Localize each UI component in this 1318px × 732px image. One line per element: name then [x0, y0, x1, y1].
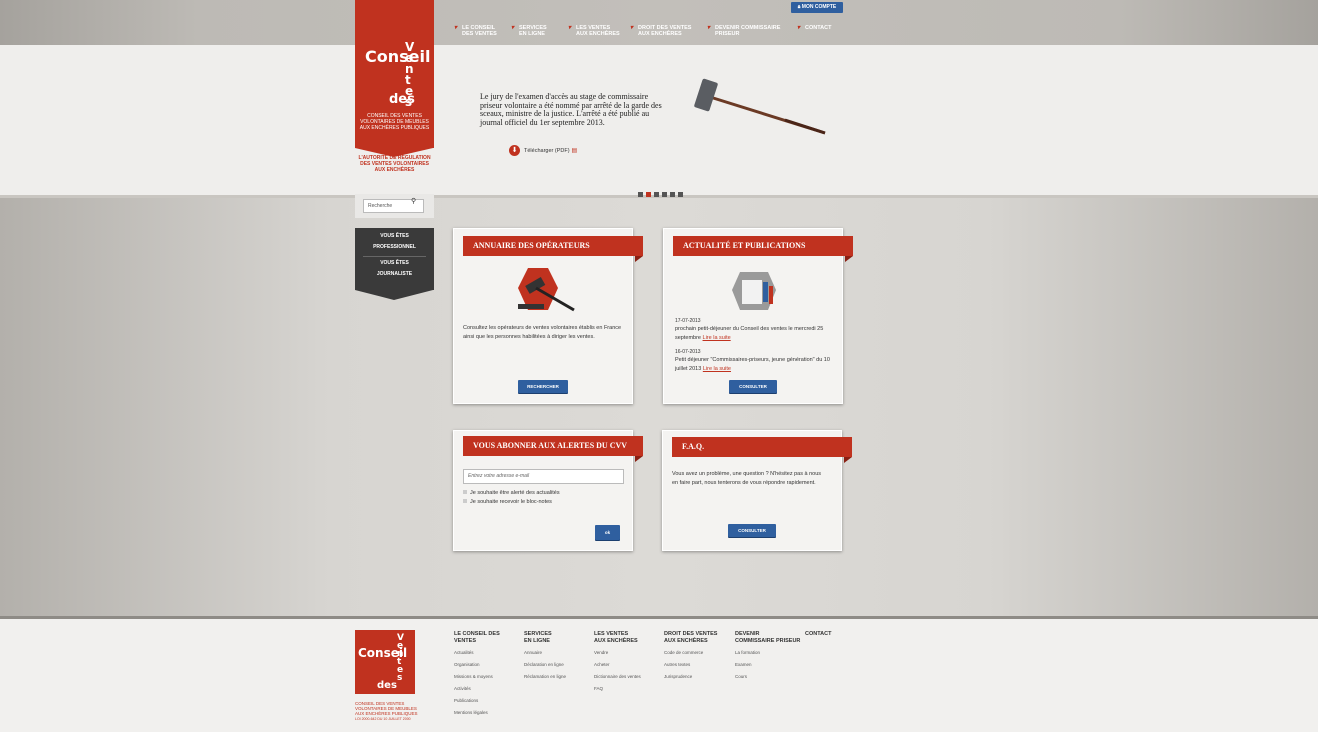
card-annuaire-title: ANNUAIRE DES OPÉRATEURS — [463, 236, 643, 262]
chevron-down-icon: ▾ — [511, 25, 515, 31]
footer-col-contact[interactable]: CONTACT — [805, 631, 831, 641]
slide-dot[interactable] — [670, 192, 675, 197]
email-field[interactable]: Entrez votre adresse e-mail — [463, 469, 624, 484]
read-more-link[interactable]: Lire la suite — [703, 366, 731, 372]
footer-heading: DROIT DES VENTES AUX ENCHÈRES — [664, 631, 718, 644]
logo-word-conseil: Conseil — [365, 47, 431, 66]
checkbox-icon — [463, 490, 467, 494]
nav-item-devenir[interactable]: ▾ DEVENIR COMMISSAIRE PRISEUR — [707, 25, 780, 37]
content-area — [0, 198, 1318, 616]
download-pdf-link[interactable]: ⬇ Télécharger (PDF) ▤ — [509, 145, 577, 157]
slider-pagination[interactable] — [638, 184, 686, 202]
notepad-checkbox[interactable]: Je souhaite recevoir le bloc-notes — [463, 498, 552, 507]
footer-heading: LE CONSEIL DES VENTES — [454, 631, 500, 644]
news-item: 17-07-2013 prochain petit-déjeuner du Co… — [675, 317, 830, 342]
search-icon[interactable]: ⚲ — [411, 197, 416, 205]
slide-dot[interactable] — [662, 192, 667, 197]
pdf-icon: ▤ — [571, 147, 578, 154]
logo-subtitle: CONSEIL DES VENTES VOLONTAIRES DE MEUBLE… — [359, 113, 430, 131]
slide-dot[interactable] — [654, 192, 659, 197]
consult-news-button[interactable]: CONSULTER — [729, 380, 777, 393]
footer-link[interactable]: Jurisprudence — [664, 671, 717, 683]
chevron-down-icon: ▾ — [797, 25, 801, 31]
nav-item-services[interactable]: ▾ SERVICES EN LIGNE — [511, 25, 547, 37]
download-icon: ⬇ — [509, 145, 520, 156]
slide-dot-active[interactable] — [646, 192, 651, 197]
logo-word-ventes: Ventes — [397, 633, 404, 683]
search-operators-button[interactable]: RECHERCHER — [518, 380, 568, 393]
news-date: 17-07-2013 — [675, 318, 701, 324]
footer-link[interactable]: Acheter — [594, 659, 641, 671]
card-alertes-title: VOUS ABONNER AUX ALERTES DU CVV — [463, 436, 643, 462]
footer-col-services: SERVICES EN LIGNE Annuaire Déclaration en… — [524, 631, 566, 683]
footer-col-devenir: DEVENIR COMMISSAIRE PRISEUR La formation … — [735, 631, 800, 683]
footer-heading: SERVICES EN LIGNE — [524, 631, 552, 644]
chevron-down-icon: ▾ — [630, 25, 634, 31]
footer-link[interactable]: Missions & moyens — [454, 671, 500, 683]
news-text: prochain petit-déjeuner du Conseil des v… — [675, 326, 824, 341]
logo-word-ventes: Ventes — [405, 40, 415, 109]
news-date: 16-07-2013 — [675, 349, 701, 355]
subscribe-ok-button[interactable]: ok — [595, 525, 620, 540]
nav-item-conseil[interactable]: ▾ LE CONSEIL DES VENTES — [454, 25, 497, 37]
footer-link[interactable]: FAQ — [594, 683, 641, 695]
logo-tagline: L'AUTORITÉ DE RÉGULATION DES VENTES VOLO… — [358, 155, 431, 173]
footer — [0, 616, 1318, 732]
hero-text: Le jury de l'examen d'accès au stage de … — [480, 92, 662, 127]
slide-dot[interactable] — [678, 192, 683, 197]
gavel-illustration — [694, 78, 826, 135]
site-logo[interactable]: Conseil des Ventes CONSEIL DES VENTES VO… — [355, 0, 434, 157]
footer-link[interactable]: Vendre — [594, 647, 641, 659]
footer-link[interactable]: Dictionnaire des ventes — [594, 671, 641, 683]
footer-link[interactable]: Examen — [735, 659, 800, 671]
chevron-down-icon: ▾ — [454, 25, 458, 31]
footer-heading: DEVENIR COMMISSAIRE PRISEUR — [735, 631, 801, 644]
publications-icon — [732, 272, 776, 310]
chevron-down-icon: ▾ — [568, 25, 572, 31]
checkbox-icon — [463, 499, 467, 503]
nav-item-droit[interactable]: ▾ DROIT DES VENTES AUX ENCHÈRES — [630, 25, 691, 37]
footer-link[interactable]: Mentions légales — [454, 707, 500, 719]
alert-news-checkbox[interactable]: Je souhaite être alerté des actualités — [463, 489, 560, 498]
my-account-button[interactable]: 🔒︎ MON COMPTE — [791, 2, 843, 13]
footer-heading: CONTACT — [805, 631, 832, 637]
slide-dot[interactable] — [638, 192, 643, 197]
footer-col-droit: DROIT DES VENTES AUX ENCHÈRES Code de com… — [664, 631, 717, 683]
card-faq-title: F.A.Q. — [672, 437, 852, 463]
footer-link[interactable]: Organisation — [454, 659, 500, 671]
news-text: Petit déjeuner "Commissaires-priseurs, j… — [675, 357, 830, 372]
footer-link[interactable]: Autres textes — [664, 659, 717, 671]
footer-col-conseil: LE CONSEIL DES VENTES Actualités Organisa… — [454, 631, 500, 719]
search-box: Recherche ⚲ — [355, 194, 434, 218]
professional-link[interactable]: VOUS ÊTES PROFESSIONNEL — [363, 231, 426, 253]
footer-heading: LES VENTES AUX ENCHÈRES — [594, 631, 638, 644]
journalist-link[interactable]: VOUS ÊTES JOURNALISTE — [363, 258, 426, 280]
footer-logo-subtitle: CONSEIL DES VENTES VOLONTAIRES DE MEUBLE… — [355, 701, 418, 721]
footer-link[interactable]: Code de commerce — [664, 647, 717, 659]
footer-link[interactable]: Réclamation en ligne — [524, 671, 566, 683]
footer-link[interactable]: La formation — [735, 647, 800, 659]
logo-word-des: des — [377, 680, 397, 691]
gavel-hexagon-icon — [518, 268, 575, 312]
top-bar — [0, 0, 1318, 45]
consult-faq-button[interactable]: CONSULTER — [728, 524, 776, 537]
footer-col-ventes: LES VENTES AUX ENCHÈRES Vendre Acheter Di… — [594, 631, 641, 695]
audience-menu: VOUS ÊTES PROFESSIONNEL VOUS ÊTES JOURNA… — [355, 228, 434, 300]
footer-logo[interactable]: Conseil des Ventes — [355, 630, 415, 694]
footer-link[interactable]: Actualités — [454, 647, 500, 659]
footer-link[interactable]: Activités — [454, 683, 500, 695]
card-actualite-title: ACTUALITÉ ET PUBLICATIONS — [673, 236, 853, 262]
nav-item-ventes[interactable]: ▾ LES VENTES AUX ENCHÈRES — [568, 25, 620, 37]
footer-link[interactable]: Cours — [735, 671, 800, 683]
nav-item-contact[interactable]: ▾ CONTACT — [797, 25, 831, 31]
footer-link[interactable]: Publications — [454, 695, 500, 707]
footer-link[interactable]: Annuaire — [524, 647, 566, 659]
divider — [363, 256, 426, 257]
card-faq-text: Vous avez un problème, une question ? N'… — [672, 471, 822, 486]
news-item: 16-07-2013 Petit déjeuner "Commissaires-… — [675, 348, 830, 373]
card-annuaire-text: Consultez les opérateurs de ventes volon… — [463, 325, 622, 340]
footer-link[interactable]: Déclaration en ligne — [524, 659, 566, 671]
chevron-down-icon: ▾ — [707, 25, 711, 31]
read-more-link[interactable]: Lire la suite — [703, 335, 731, 341]
